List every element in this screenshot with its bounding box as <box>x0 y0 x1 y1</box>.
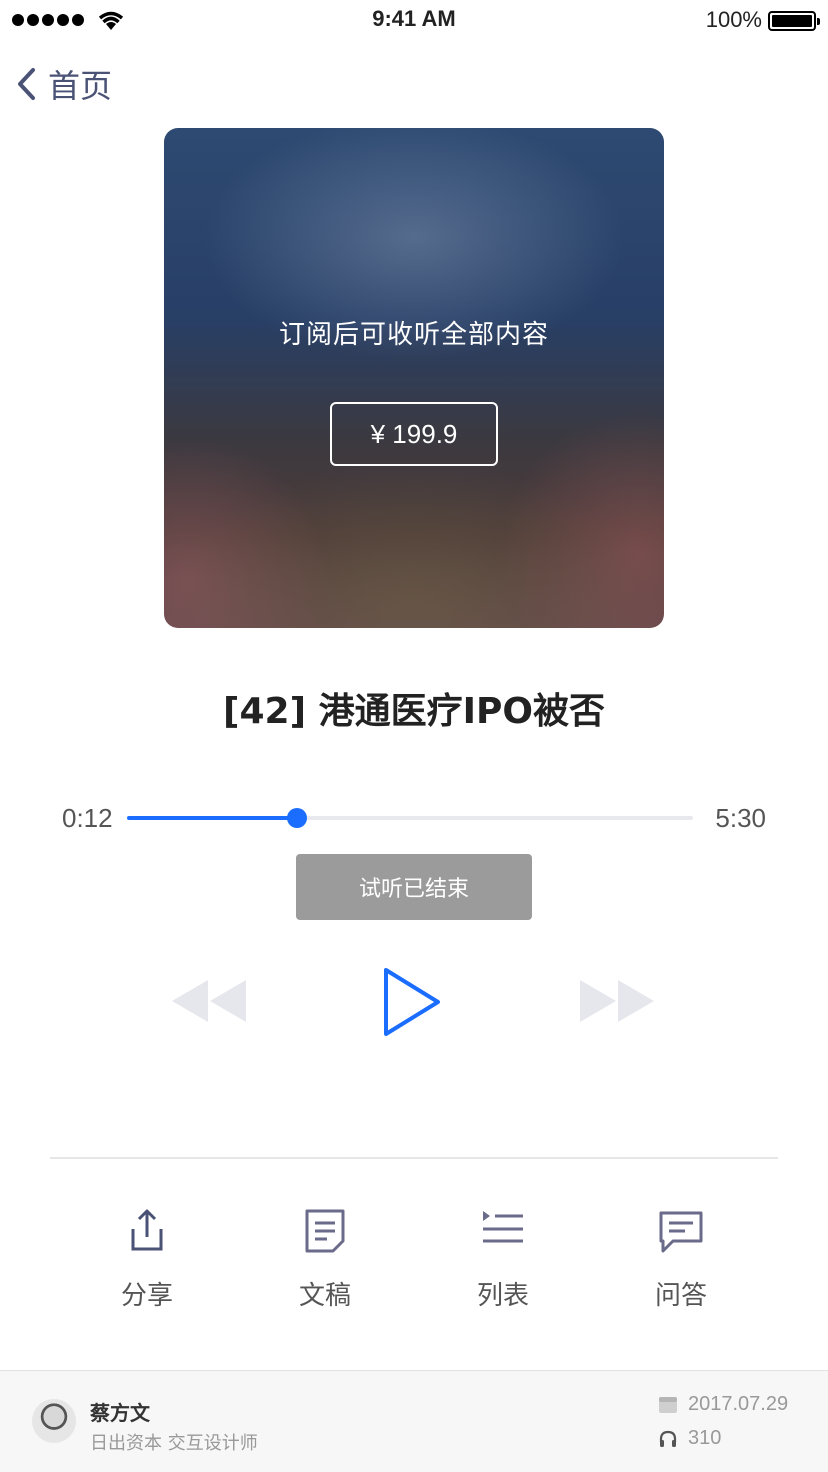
elapsed-time: 0:12 <box>62 803 113 833</box>
author-name: 蔡方文 <box>90 1401 150 1425</box>
avatar[interactable] <box>32 1399 76 1443</box>
publish-date: 2017.07.29 <box>658 1393 788 1416</box>
status-time: 9:41 AM <box>372 6 456 31</box>
qa-icon <box>659 1211 703 1253</box>
qa-label: 问答 <box>654 1281 707 1311</box>
share-button[interactable]: 分享 <box>58 1205 236 1315</box>
transcript-label: 文稿 <box>298 1281 351 1311</box>
album-cover: 订阅后可收听全部内容 ¥ 199.9 <box>164 128 664 628</box>
share-icon <box>131 1209 163 1251</box>
playlist-label: 列表 <box>476 1281 529 1311</box>
trial-ended-button[interactable]: 试听已结束 <box>296 854 532 920</box>
calendar-icon <box>659 1396 677 1413</box>
subscribe-prompt: 订阅后可收听全部内容 <box>278 320 549 350</box>
battery-percentage: 100% <box>705 7 762 32</box>
battery-icon <box>768 11 820 31</box>
subscribe-price-button[interactable]: ¥ 199.9 <box>330 402 498 466</box>
back-button[interactable]: 首页 <box>14 62 112 106</box>
status-bar: 9:41 AM 100% <box>0 0 828 40</box>
plays-text: 310 <box>688 1427 722 1449</box>
author-description: 日出资本 交互设计师 <box>90 1433 258 1454</box>
progress-slider[interactable] <box>127 808 693 828</box>
list-icon <box>483 1211 523 1243</box>
document-icon <box>305 1209 345 1253</box>
playlist-button[interactable]: 列表 <box>414 1205 592 1315</box>
fast-forward-icon[interactable] <box>578 976 656 1026</box>
total-time: 5:30 <box>715 803 766 833</box>
progress-thumb[interactable] <box>286 808 307 828</box>
rewind-icon[interactable] <box>170 976 248 1026</box>
play-count: 310 <box>658 1427 721 1450</box>
progress-fill <box>127 816 297 820</box>
author-footer: 蔡方文 日出资本 交互设计师 2017.07.29 310 <box>0 1370 828 1472</box>
play-icon[interactable] <box>380 966 442 1038</box>
action-bar: 分享 文稿 列表 问答 <box>58 1205 770 1315</box>
chevron-left-icon <box>18 68 35 100</box>
divider <box>50 1157 778 1159</box>
date-text: 2017.07.29 <box>688 1393 789 1415</box>
back-label: 首页 <box>48 67 113 105</box>
qa-button[interactable]: 问答 <box>592 1205 770 1315</box>
headphones-icon <box>659 1430 677 1447</box>
transcript-button[interactable]: 文稿 <box>236 1205 414 1315</box>
episode-title: [42] 港通医疗IPO被否 <box>223 691 605 732</box>
share-label: 分享 <box>120 1281 173 1311</box>
